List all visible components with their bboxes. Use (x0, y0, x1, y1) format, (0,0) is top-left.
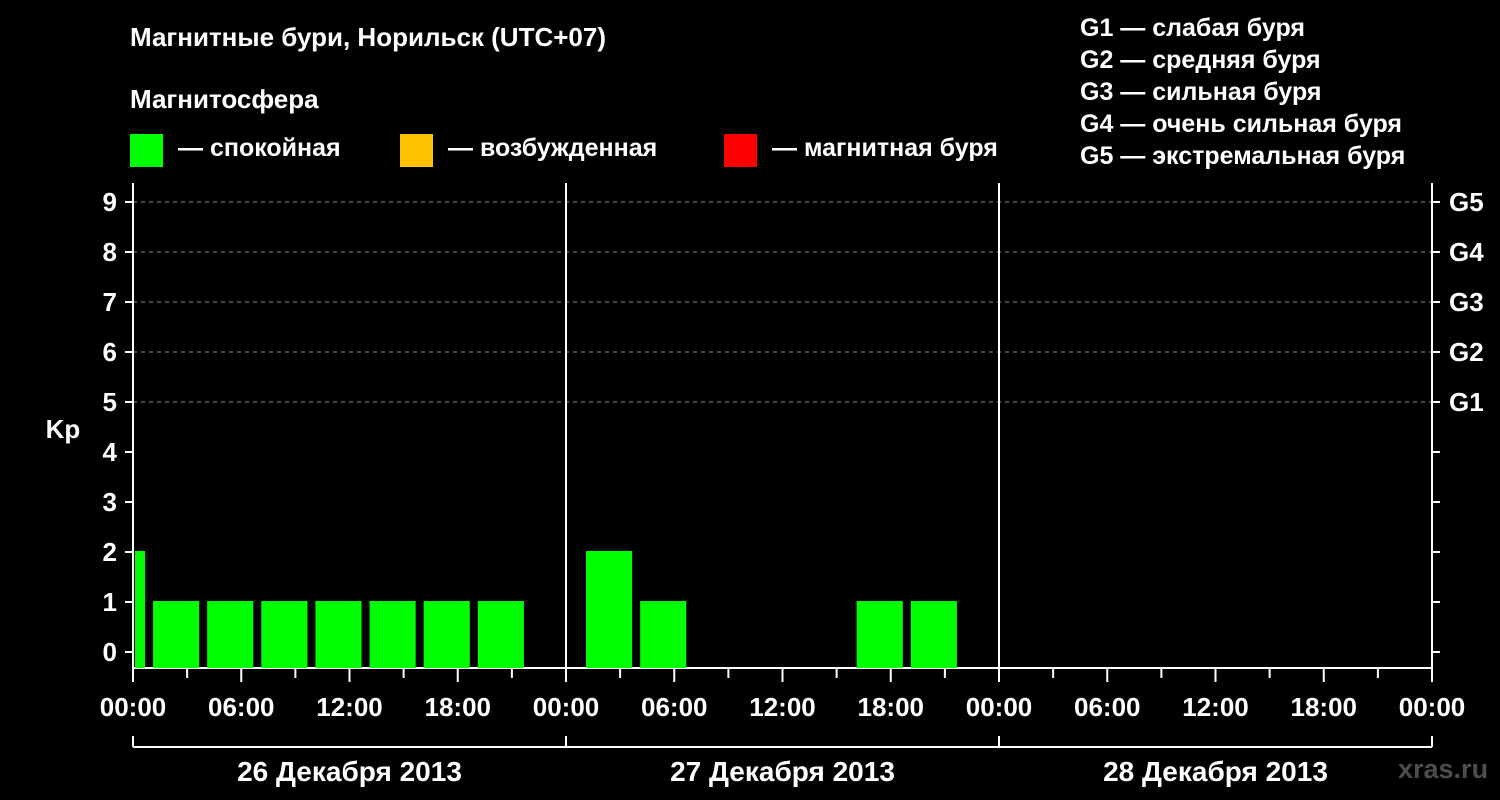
x-tick-label: 12:00 (749, 692, 816, 722)
x-tick-label: 18:00 (425, 692, 492, 722)
day-label: 28 Декабря 2013 (1103, 756, 1328, 787)
kp-bar (910, 601, 957, 668)
g-level-label: G1 (1449, 387, 1484, 417)
x-tick-label: 06:00 (1074, 692, 1141, 722)
kp-chart: 0 1 2 3 4 5 6 7 8 9 G1 G2 G3 G4 G5 Kp 00:00 06:00 12:00 18:… (46, 183, 1484, 787)
x-tick-label: 18:00 (1291, 692, 1358, 722)
y-tick-label: 7 (103, 287, 117, 317)
kp-bar (135, 551, 146, 668)
day-label: 27 Декабря 2013 (670, 756, 895, 787)
g-level-label: G2 (1449, 337, 1484, 367)
x-tick-label: 18:00 (858, 692, 925, 722)
y-tick-label: 4 (103, 437, 118, 467)
kp-bar (477, 601, 524, 668)
g-level-label: G4 (1449, 237, 1484, 267)
kp-bar (423, 601, 470, 668)
x-tick-label: 00:00 (966, 692, 1033, 722)
y-tick-label: 1 (103, 587, 117, 617)
y-tick-label: 3 (103, 487, 117, 517)
y-tick-label: 0 (103, 637, 117, 667)
kp-bar (261, 601, 308, 668)
g-level-label: G3 (1449, 287, 1484, 317)
x-tick-label: 12:00 (316, 692, 383, 722)
watermark: xras.ru (1398, 754, 1489, 784)
x-tick-label: 06:00 (208, 692, 275, 722)
y-tick-label: 9 (103, 187, 117, 217)
y-tick-label: 2 (103, 537, 117, 567)
kp-bar (856, 601, 903, 668)
kp-bar (153, 601, 200, 668)
y-tick-label: 5 (103, 387, 117, 417)
day-label: 26 Декабря 2013 (237, 756, 462, 787)
kp-bar (207, 601, 254, 668)
x-tick-label: 00:00 (533, 692, 600, 722)
kp-bar (640, 601, 687, 668)
x-tick-label: 12:00 (1182, 692, 1249, 722)
g-level-label: G5 (1449, 187, 1484, 217)
kp-bar (586, 551, 633, 668)
x-tick-label: 00:00 (100, 692, 167, 722)
y-tick-label: 8 (103, 237, 117, 267)
y-tick-label: 6 (103, 337, 117, 367)
kp-bar (369, 601, 416, 668)
x-tick-label: 00:00 (1399, 692, 1466, 722)
y-axis-label: Kp (46, 414, 81, 444)
kp-bar (315, 601, 362, 668)
x-tick-label: 06:00 (641, 692, 708, 722)
